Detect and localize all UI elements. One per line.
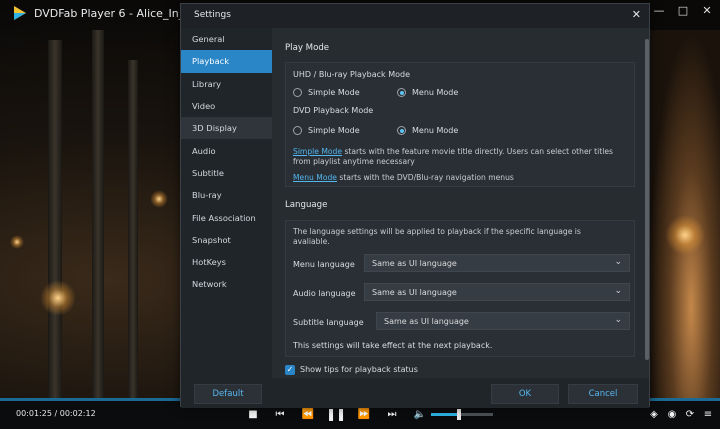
nav-item-hotkeys[interactable]: HotKeys <box>181 251 272 273</box>
uhd-simple-mode-radio[interactable] <box>293 88 302 97</box>
simple-mode-link[interactable]: Simple Mode <box>293 147 342 156</box>
nav-item-file-association[interactable]: File Association <box>181 206 272 228</box>
time-display: 00:01:25 / 00:02:12 <box>16 409 96 418</box>
uhd-menu-mode-label[interactable]: Menu Mode <box>412 88 458 97</box>
dvd-simple-mode-label[interactable]: Simple Mode <box>308 126 360 135</box>
language-intro: The language settings will be applied to… <box>293 227 581 246</box>
3d-icon[interactable]: ◈ <box>647 407 661 421</box>
rotate-icon[interactable]: ⟳ <box>683 407 697 421</box>
language-note: This settings will take effect at the ne… <box>293 341 493 350</box>
uhd-mode-heading: UHD / Blu-ray Playback Mode <box>293 70 410 79</box>
nav-item-video[interactable]: Video <box>181 95 272 117</box>
language-box: The language settings will be applied to… <box>285 220 635 357</box>
app-title: DVDFab Player 6 - Alice_In_Wonder_l <box>34 6 194 20</box>
elapsed-time: 00:01:25 <box>16 409 52 418</box>
volume-knob[interactable] <box>456 409 461 420</box>
play-mode-box: UHD / Blu-ray Playback Mode Simple Mode … <box>285 62 635 187</box>
subtitle-language-label: Subtitle language <box>293 318 364 327</box>
dvd-simple-mode-radio[interactable] <box>293 126 302 135</box>
settings-nav: General Playback Library Video 3D Display Aud… <box>181 28 272 378</box>
playback-settings-panel: Play Mode UHD / Blu-ray Playback Mode Si… <box>275 28 643 378</box>
menu-mode-description: Menu Mode starts with the DVD/Blu-ray na… <box>293 173 514 182</box>
close-icon[interactable]: ✕ <box>700 4 714 17</box>
nav-item-network[interactable]: Network <box>181 273 272 295</box>
chevron-down-icon: ⌄ <box>614 315 622 325</box>
cancel-button[interactable]: Cancel <box>568 384 638 404</box>
menu-language-label: Menu language <box>293 260 355 269</box>
audio-language-label: Audio language <box>293 289 356 298</box>
pause-icon[interactable]: ❚❚ <box>326 407 346 421</box>
volume-icon[interactable]: 🔈 <box>413 407 427 421</box>
previous-icon[interactable]: ⏮ <box>273 407 287 421</box>
simple-mode-description: Simple Mode starts with the feature movi… <box>293 147 613 166</box>
dialog-title: Settings <box>194 10 231 20</box>
chevron-down-icon: ⌄ <box>614 286 622 296</box>
eye-icon[interactable]: ◉ <box>665 407 679 421</box>
play-mode-heading: Play Mode <box>285 43 330 53</box>
rewind-icon[interactable]: ⏪ <box>301 407 315 421</box>
nav-item-blu-ray[interactable]: Blu-ray <box>181 184 272 206</box>
maximize-icon[interactable]: □ <box>676 4 690 17</box>
time-separator: / <box>54 409 58 418</box>
playlist-icon[interactable]: ≡ <box>701 407 715 421</box>
dvdfab-logo-icon <box>14 6 26 20</box>
total-time: 00:02:12 <box>59 409 96 418</box>
nav-item-subtitle[interactable]: Subtitle <box>181 162 272 184</box>
ok-button[interactable]: OK <box>491 384 559 404</box>
nav-item-library[interactable]: Library <box>181 73 272 95</box>
chevron-down-icon: ⌄ <box>614 257 622 267</box>
dvd-menu-mode-label[interactable]: Menu Mode <box>412 126 458 135</box>
dvd-mode-heading: DVD Playback Mode <box>293 106 374 115</box>
minimize-icon[interactable]: — <box>652 4 666 17</box>
nav-item-snapshot[interactable]: Snapshot <box>181 229 272 251</box>
uhd-menu-mode-radio[interactable] <box>397 88 406 97</box>
show-tips-checkbox[interactable]: ✓ <box>285 365 295 375</box>
settings-scrollbar[interactable] <box>645 39 649 360</box>
dialog-footer: Default OK Cancel <box>181 378 649 408</box>
nav-item-audio[interactable]: Audio <box>181 139 272 161</box>
dialog-title-bar: Settings ✕ <box>181 4 649 28</box>
dvd-menu-mode-radio[interactable] <box>397 126 406 135</box>
menu-language-select[interactable]: Same as UI language ⌄ <box>364 254 630 272</box>
subtitle-language-select[interactable]: Same as UI language ⌄ <box>376 312 630 330</box>
audio-language-select[interactable]: Same as UI language ⌄ <box>364 283 630 301</box>
next-icon[interactable]: ⏭ <box>385 407 399 421</box>
nav-item-general[interactable]: General <box>181 28 272 50</box>
stop-icon[interactable]: ■ <box>246 407 260 421</box>
show-tips-label[interactable]: Show tips for playback status <box>300 365 418 374</box>
uhd-simple-mode-label[interactable]: Simple Mode <box>308 88 360 97</box>
settings-dialog: Settings ✕ General Playback Library Video 3D… <box>180 3 650 408</box>
nav-item-playback[interactable]: Playback <box>181 50 272 73</box>
dialog-close-icon[interactable]: ✕ <box>632 8 641 21</box>
menu-mode-link[interactable]: Menu Mode <box>293 173 337 182</box>
volume-slider[interactable] <box>431 409 493 420</box>
nav-item-3d-display[interactable]: 3D Display <box>181 117 272 140</box>
default-button[interactable]: Default <box>194 384 262 404</box>
language-heading: Language <box>285 200 328 210</box>
fast-forward-icon[interactable]: ⏩ <box>357 407 371 421</box>
